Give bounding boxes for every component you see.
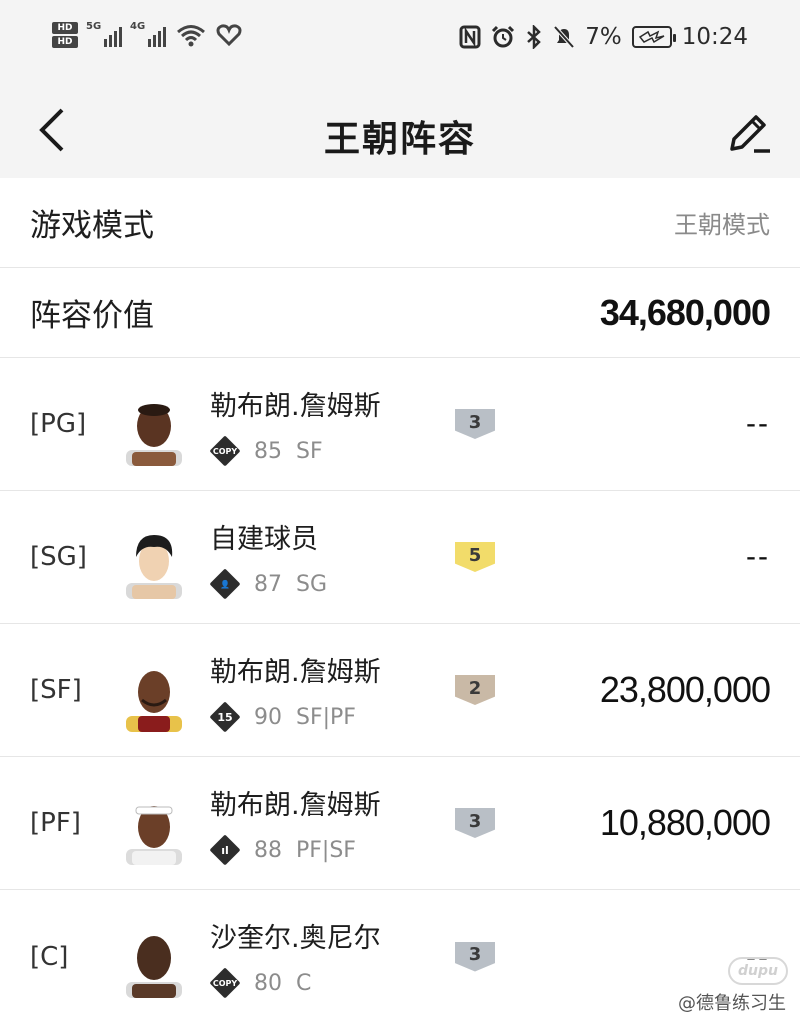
- stats-badge-icon: ıl: [209, 834, 241, 866]
- badge-text: ıl: [221, 843, 229, 857]
- player-position: [PF]: [30, 808, 81, 838]
- player-meta: 15 90 SF|PF: [209, 701, 356, 733]
- game-mode-value: 王朝模式: [674, 211, 770, 239]
- battery-percent: 7%: [585, 24, 622, 50]
- copy-badge-icon: COPY: [209, 435, 241, 467]
- player-positions: PF|SF: [296, 837, 356, 863]
- hd-badge-2: HD: [52, 36, 78, 48]
- player-positions: SF|PF: [296, 704, 356, 730]
- roster-value-row: 阵容价值 34,680,000: [0, 268, 800, 358]
- game-mode-row[interactable]: 游戏模式 王朝模式: [0, 178, 800, 268]
- player-avatar: [118, 660, 190, 732]
- signal-5g-icon: 5G: [86, 21, 122, 47]
- top-area: HD HD 5G 4G 7% 10:24 王朝阵容: [0, 0, 800, 178]
- player-positions: SF: [296, 438, 323, 464]
- battery-icon: [631, 26, 676, 48]
- player-row-pf[interactable]: [PF] 勒布朗.詹姆斯 ıl 88 PF|SF 3 10,880,000: [0, 757, 800, 890]
- player-avatar: [118, 527, 190, 599]
- player-position: [C]: [30, 941, 69, 972]
- player-row-sg[interactable]: [SG] 自建球员 👤 87 SG 5 --: [0, 491, 800, 624]
- player-rating: 87: [254, 571, 282, 597]
- player-position: [SG]: [30, 542, 87, 572]
- alarm-icon: [492, 25, 515, 48]
- player-avatar: [118, 926, 190, 998]
- header: 王朝阵容: [0, 80, 800, 178]
- signal-4g-label: 4G: [130, 21, 146, 32]
- user-badge-icon: 👤: [209, 568, 241, 600]
- copy-badge-icon: COPY: [209, 967, 241, 999]
- rank-badge: 2: [455, 675, 495, 705]
- player-name: 沙奎尔.奥尼尔: [210, 923, 381, 954]
- status-left: HD HD 5G 4G: [52, 21, 242, 48]
- wifi-icon: [177, 25, 205, 47]
- player-name: 自建球员: [210, 524, 318, 555]
- rank-badge: 5: [455, 542, 495, 572]
- rank-badge-label: 3: [455, 409, 495, 439]
- hd-badge-1: HD: [52, 22, 78, 34]
- player-name: 勒布朗.詹姆斯: [210, 391, 381, 422]
- bluetooth-icon: [527, 25, 542, 49]
- status-right: 7% 10:24: [459, 24, 748, 50]
- rank-badge: 3: [455, 941, 495, 972]
- player-row-sf[interactable]: [SF] 勒布朗.詹姆斯 15 90 SF|PF 2 23,800,000: [0, 624, 800, 757]
- hd-badges: HD HD: [52, 22, 78, 48]
- signal-5g-label: 5G: [86, 21, 102, 32]
- badge-text: COPY: [212, 446, 238, 456]
- player-positions: C: [296, 970, 312, 996]
- player-rating: 80: [254, 970, 282, 996]
- player-position: [PG]: [30, 409, 87, 439]
- player-rating: 85: [254, 438, 282, 464]
- player-avatar: [118, 394, 190, 466]
- rank-badge-label: 3: [455, 941, 495, 972]
- player-meta: ıl 88 PF|SF: [209, 834, 356, 866]
- edit-button[interactable]: [724, 108, 774, 158]
- roster-value-label: 阵容价值: [30, 298, 154, 334]
- badge-text: 👤: [220, 579, 230, 589]
- rank-badge-label: 3: [455, 808, 495, 838]
- player-salary: 10,880,000: [599, 802, 771, 843]
- status-bar: HD HD 5G 4G 7% 10:24: [0, 0, 800, 80]
- player-avatar: [118, 793, 190, 865]
- player-salary: 23,800,000: [599, 669, 771, 710]
- game-mode-label: 游戏模式: [30, 208, 154, 244]
- number-15-badge-icon: 15: [209, 701, 241, 733]
- heart-link-icon: [216, 24, 242, 46]
- player-meta: COPY 85 SF: [209, 435, 323, 467]
- rank-badge-label: 5: [455, 542, 495, 572]
- player-name: 勒布朗.詹姆斯: [210, 657, 381, 688]
- watermark-text: @德鲁练习生: [678, 993, 786, 1014]
- status-time: 10:24: [681, 24, 748, 50]
- player-position: [SF]: [30, 675, 82, 705]
- watermark-logo: dupu: [728, 957, 788, 985]
- player-name: 勒布朗.詹姆斯: [210, 790, 381, 821]
- player-row-pg[interactable]: [PG] 勒布朗.詹姆斯 COPY 85 SF 3 --: [0, 358, 800, 491]
- rank-badge-label: 2: [455, 675, 495, 705]
- edit-pen-icon: [730, 115, 770, 153]
- roster-value-amount: 34,680,000: [599, 291, 771, 333]
- player-rating: 88: [254, 837, 282, 863]
- player-salary: --: [746, 540, 770, 573]
- mute-bell-icon: [553, 25, 575, 49]
- badge-text: COPY: [212, 978, 238, 988]
- signal-4g-icon: 4G: [130, 21, 166, 47]
- player-salary: --: [746, 407, 770, 440]
- player-meta: COPY 80 C: [209, 967, 312, 999]
- page-title: 王朝阵容: [323, 119, 476, 160]
- badge-text: 15: [217, 710, 233, 724]
- rank-badge: 3: [455, 409, 495, 439]
- player-rating: 90: [254, 704, 282, 730]
- rank-badge: 3: [455, 808, 495, 838]
- player-meta: 👤 87 SG: [209, 568, 328, 600]
- player-positions: SG: [296, 571, 328, 597]
- nfc-icon: [459, 25, 481, 49]
